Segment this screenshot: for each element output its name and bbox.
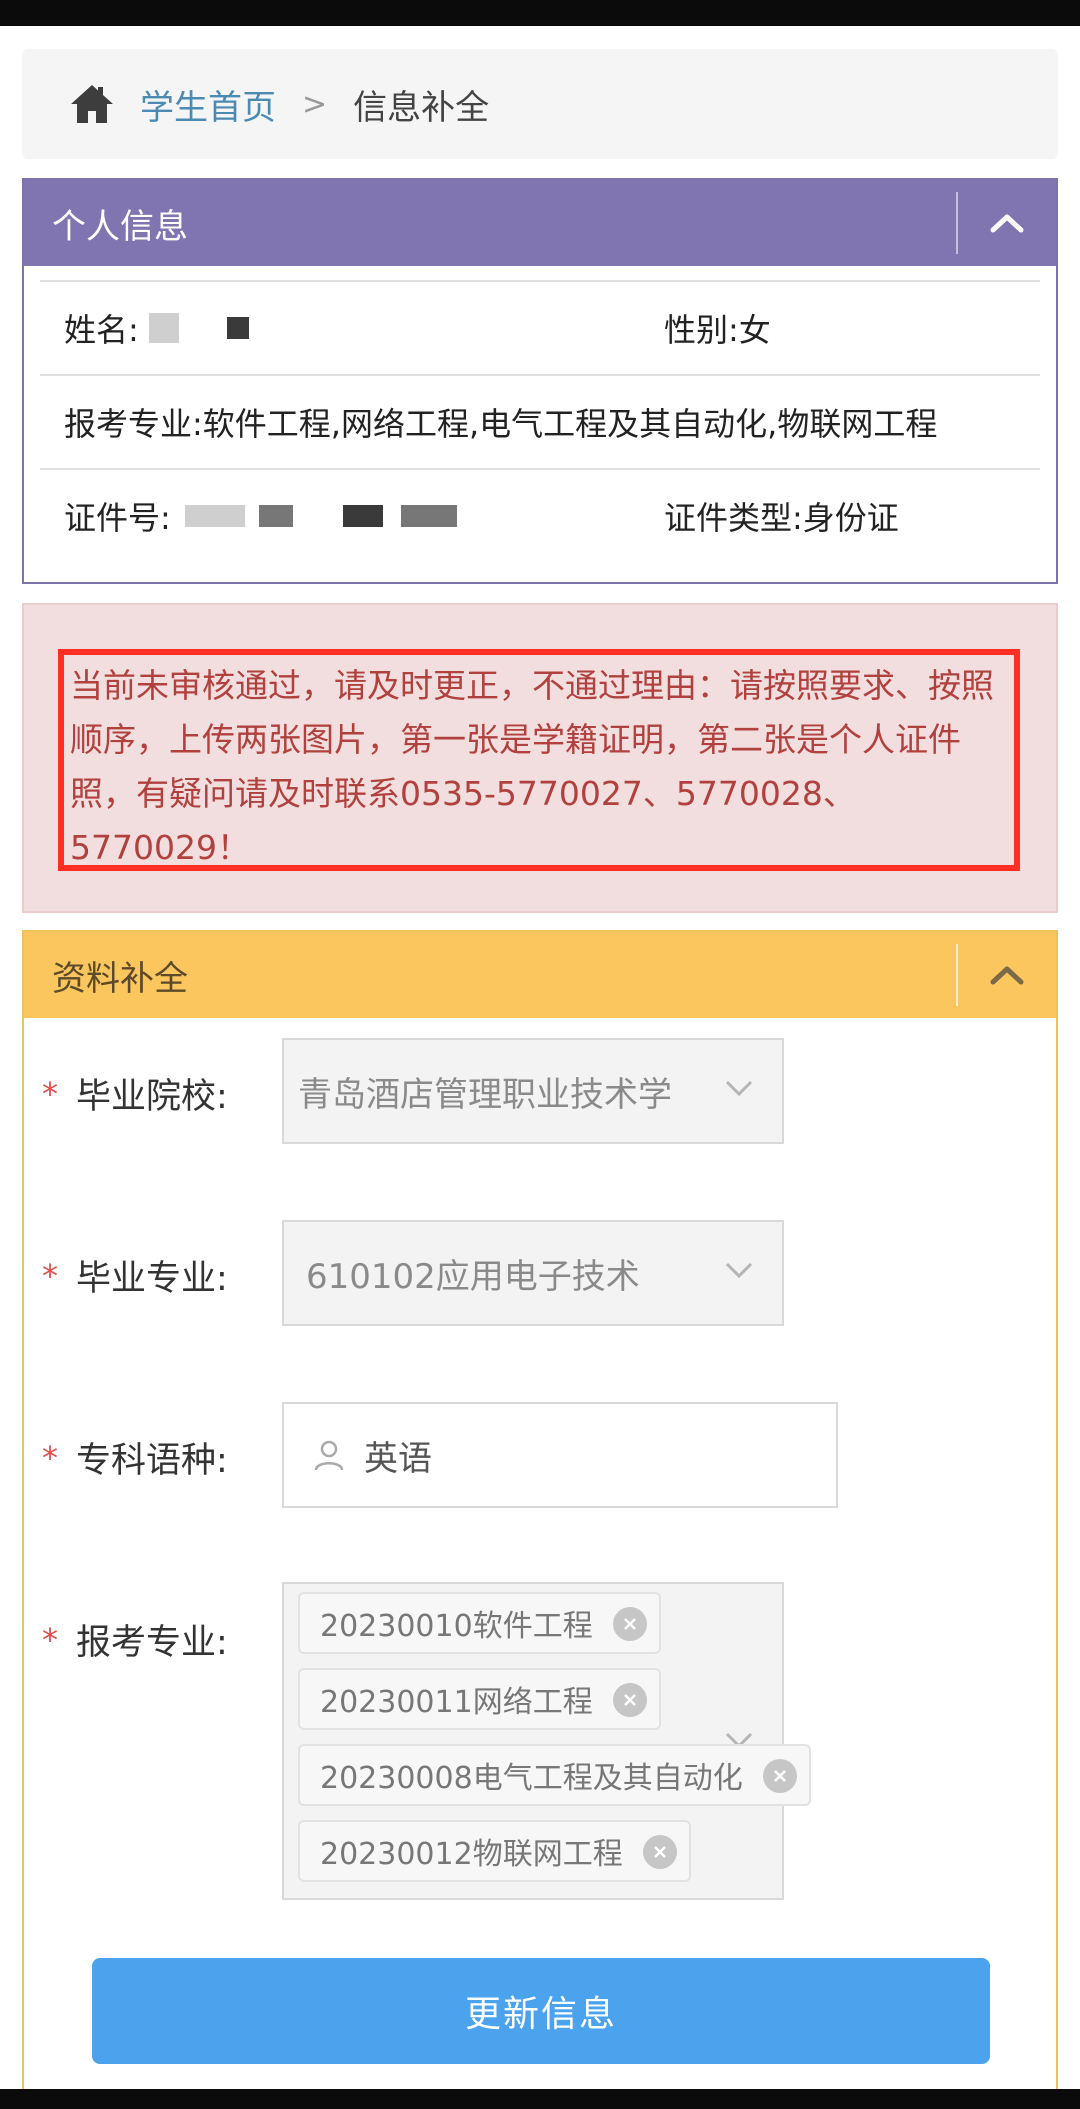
selected-major-tag-label: 20230011网络工程	[320, 1685, 593, 1720]
language-value: 英语	[364, 1438, 432, 1479]
major-label: 报考专业:	[64, 405, 203, 443]
name-redacted	[148, 313, 179, 343]
required-mark: *	[42, 1438, 58, 1477]
school-select[interactable]: 青岛酒店管理职业技术学	[282, 1038, 784, 1144]
required-mark: *	[42, 1256, 58, 1295]
id-redacted-3	[342, 505, 383, 527]
language-label: 专科语种:	[76, 1441, 228, 1481]
selected-major-tag: 20230010软件工程	[298, 1592, 661, 1654]
chevron-down-icon	[725, 1080, 753, 1097]
apply-major-label: 报考专业:	[76, 1623, 228, 1663]
supplement-form-header: 资料补全	[24, 932, 1056, 1018]
language-input[interactable]: 英语	[282, 1402, 838, 1508]
close-icon[interactable]	[642, 1835, 677, 1869]
id-label: 证件号:	[64, 499, 171, 537]
school-label-group: * 毕业院校:	[42, 1068, 228, 1119]
gender-value: 女	[738, 311, 771, 349]
close-icon[interactable]	[762, 1759, 797, 1793]
personal-info-title: 个人信息	[52, 206, 188, 247]
grad-major-label-group: * 毕业专业:	[42, 1250, 228, 1301]
grad-major-value: 610102应用电子技术	[306, 1256, 640, 1297]
id-type-label: 证件类型:	[664, 499, 803, 537]
id-redacted-1	[184, 505, 245, 527]
home-icon[interactable]	[68, 82, 116, 126]
chevron-up-icon	[990, 966, 1024, 985]
id-redacted-4	[400, 505, 457, 527]
required-mark: *	[42, 1620, 58, 1659]
info-row-id: 证件号: 证件类型:身份证	[40, 468, 1040, 562]
personal-info-panel: 个人信息 姓名: 性别:女 报考专业: 软件工程,网络工程,电气工程及其自动化,物…	[22, 178, 1058, 584]
personal-info-header: 个人信息	[24, 180, 1056, 266]
breadcrumb-home-link[interactable]: 学生首页	[140, 80, 276, 129]
close-icon[interactable]	[612, 1607, 647, 1641]
id-type-value: 身份证	[802, 499, 899, 537]
apply-major-label-group: * 报考专业:	[42, 1614, 228, 1665]
supplement-form-collapse-button[interactable]	[956, 944, 1056, 1006]
name-label: 姓名:	[64, 311, 139, 349]
selected-major-tag: 20230012物联网工程	[298, 1820, 691, 1882]
user-icon	[314, 1440, 344, 1471]
apply-major-multiselect[interactable]: 20230010软件工程 20230011网络工程 20230008电气工程及其…	[282, 1582, 811, 1900]
selected-major-tag-label: 20230008电气工程及其自动化	[320, 1761, 743, 1796]
breadcrumb-separator: >	[302, 86, 328, 122]
rejection-alert: 当前未审核通过，请及时更正，不通过理由：请按照要求、按照顺序，上传两张图片，第一…	[22, 603, 1058, 913]
school-value: 青岛酒店管理职业技术学	[298, 1074, 672, 1115]
selected-major-tag-label: 20230012物联网工程	[320, 1837, 623, 1872]
breadcrumb-current: 信息补全	[353, 87, 490, 128]
breadcrumb: 学生首页 > 信息补全	[22, 49, 1058, 159]
status-bar	[0, 0, 1080, 26]
update-info-button[interactable]: 更新信息	[92, 1958, 990, 2064]
selected-major-tag-label: 20230010软件工程	[320, 1609, 593, 1644]
gender-label: 性别:	[664, 311, 739, 349]
selected-major-tag: 20230008电气工程及其自动化	[298, 1744, 811, 1806]
grad-major-label: 毕业专业:	[76, 1259, 228, 1299]
bottom-bar	[0, 2089, 1080, 2109]
school-label: 毕业院校:	[76, 1077, 228, 1117]
info-row-major: 报考专业: 软件工程,网络工程,电气工程及其自动化,物联网工程	[40, 374, 1040, 468]
grad-major-select[interactable]: 610102应用电子技术	[282, 1220, 784, 1326]
close-icon[interactable]	[612, 1683, 647, 1717]
chevron-down-icon	[725, 1262, 753, 1279]
major-value: 软件工程,网络工程,电气工程及其自动化,物联网工程	[202, 405, 938, 443]
supplement-form-panel: 资料补全 * 毕业院校: 青岛酒店管理职业技术学 * 毕业专业: 610102应…	[22, 930, 1058, 2109]
selected-major-tag: 20230011网络工程	[298, 1668, 661, 1730]
supplement-form-title: 资料补全	[52, 958, 188, 999]
required-mark: *	[42, 1074, 58, 1113]
personal-info-collapse-button[interactable]	[956, 192, 1056, 254]
language-label-group: * 专科语种:	[42, 1432, 228, 1483]
name-redacted-block	[226, 317, 249, 339]
chevron-up-icon	[990, 214, 1024, 233]
info-row-name-gender: 姓名: 性别:女	[40, 280, 1040, 374]
id-redacted-2	[258, 505, 293, 527]
rejection-message: 当前未审核通过，请及时更正，不通过理由：请按照要求、按照顺序，上传两张图片，第一…	[58, 649, 1020, 871]
